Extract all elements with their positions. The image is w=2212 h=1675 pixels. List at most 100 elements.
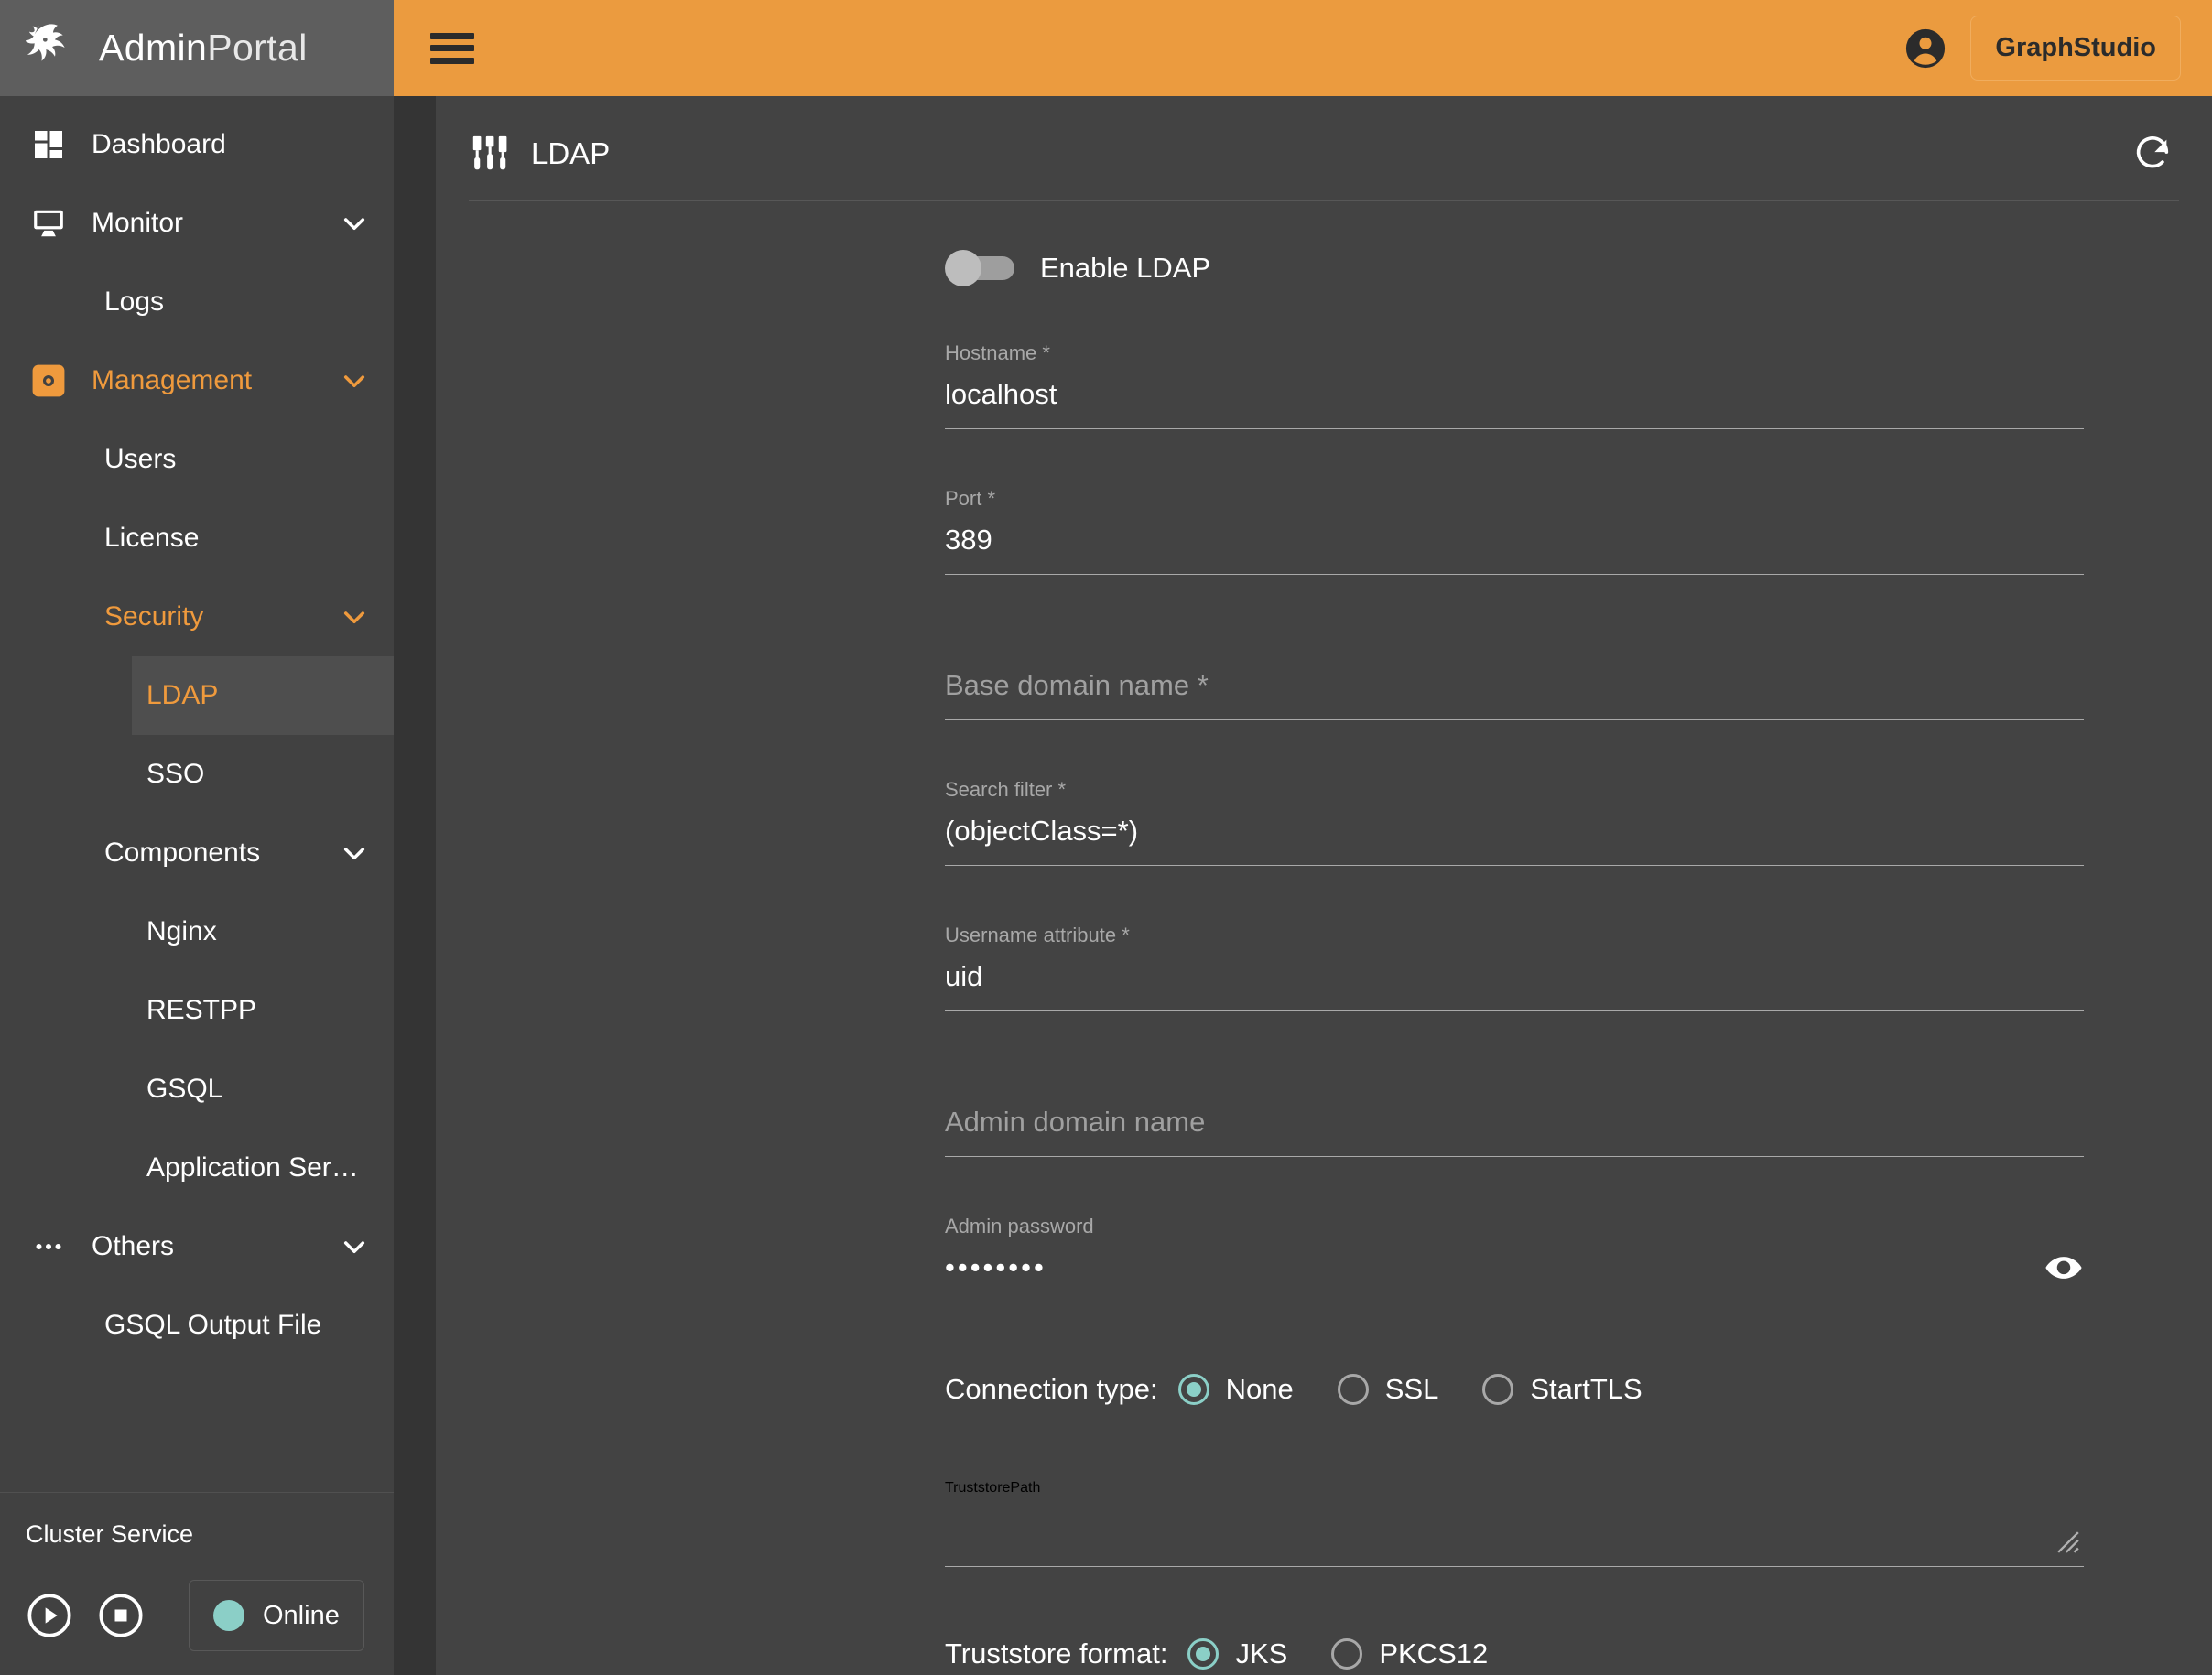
sidebar-item-sso[interactable]: SSO — [0, 735, 394, 814]
play-circle-icon[interactable] — [26, 1592, 73, 1639]
admin-domain-name-field[interactable]: Admin domain name — [945, 1070, 2084, 1157]
sidebar-item-label: GSQL Output File — [104, 1310, 322, 1340]
connection-type-option-none[interactable]: None — [1177, 1373, 1294, 1406]
sidebar-item-label: GSQL — [146, 1074, 223, 1104]
username-attribute-input[interactable]: uid — [945, 956, 2084, 1010]
chevron-down-icon[interactable] — [339, 365, 370, 396]
enable-ldap-toggle[interactable] — [945, 250, 1014, 286]
radio-icon[interactable] — [1482, 1374, 1514, 1405]
truststore-format-option-jks[interactable]: JKS — [1187, 1637, 1287, 1670]
search-filter-field[interactable]: Search filter * (objectClass=*) — [945, 761, 2084, 866]
sidebar-item-label: Logs — [104, 286, 165, 317]
admin-password-label: Admin password — [945, 1215, 1094, 1237]
main-area: GraphStudio LDAP Enable LDAP Hostname * … — [394, 0, 2212, 1675]
sidebar-item-label: Application Serv… — [146, 1152, 370, 1183]
port-input[interactable]: 389 — [945, 519, 2084, 574]
connection-type-option-ssl[interactable]: SSL — [1337, 1373, 1439, 1406]
chevron-down-icon[interactable] — [339, 838, 370, 869]
hostname-input[interactable]: localhost — [945, 373, 2084, 428]
sidebar-item-others[interactable]: Others — [0, 1207, 394, 1286]
sidebar-item-ldap[interactable]: LDAP — [132, 656, 394, 735]
brand-title-light: Portal — [207, 27, 308, 69]
content-panel: LDAP Enable LDAP Hostname * localhost Po… — [436, 96, 2212, 1675]
port-field[interactable]: Port * 389 — [945, 470, 2084, 575]
sidebar-item-dashboard[interactable]: Dashboard — [0, 105, 394, 184]
admin-password-input[interactable]: •••••••• — [945, 1247, 2084, 1302]
radio-icon[interactable] — [1177, 1374, 1209, 1405]
sidebar-item-gsql[interactable]: GSQL — [0, 1050, 394, 1129]
sidebar-item-restpp[interactable]: RESTPP — [0, 971, 394, 1050]
sidebar: AdminPortal Dashboard Monitor Logs Manag… — [0, 0, 394, 1675]
resize-handle[interactable] — [2056, 1530, 2080, 1554]
radio-icon[interactable] — [1331, 1638, 1363, 1670]
admin-password-field[interactable]: Admin password •••••••• — [945, 1197, 2084, 1302]
username-attribute-field[interactable]: Username attribute * uid — [945, 906, 2084, 1011]
visibility-eye-icon[interactable] — [2044, 1248, 2084, 1288]
status-dot-icon — [213, 1600, 244, 1631]
sidebar-item-security[interactable]: Security — [0, 578, 394, 656]
admin-portal-app: AdminPortal Dashboard Monitor Logs Manag… — [0, 0, 2212, 1675]
status-badge[interactable]: Online — [189, 1580, 364, 1651]
status-badge-label: Online — [263, 1600, 340, 1630]
chevron-down-icon[interactable] — [339, 1231, 370, 1262]
sidebar-item-nginx[interactable]: Nginx — [0, 892, 394, 971]
gear-settings-icon — [27, 360, 70, 402]
refresh-icon[interactable] — [2131, 133, 2174, 175]
sidebar-item-management[interactable]: Management — [0, 341, 394, 420]
truststore-format-option-pkcs12[interactable]: PKCS12 — [1331, 1637, 1488, 1670]
port-label: Port * — [945, 487, 996, 510]
sidebar-item-license[interactable]: License — [0, 499, 394, 578]
sidebar-item-components[interactable]: Components — [0, 814, 394, 892]
monitor-screen-icon — [27, 202, 70, 244]
search-filter-input[interactable]: (objectClass=*) — [945, 810, 2084, 865]
tiger-logo-icon — [25, 20, 82, 77]
brand-title: AdminPortal — [99, 27, 308, 70]
hamburger-menu-icon[interactable] — [430, 32, 474, 64]
radio-icon[interactable] — [1337, 1374, 1369, 1405]
field-underline — [945, 1156, 2084, 1157]
field-underline — [945, 719, 2084, 720]
page-header: LDAP — [436, 96, 2212, 184]
field-underline — [945, 1010, 2084, 1011]
sidebar-item-gsql-output-file[interactable]: GSQL Output File — [0, 1286, 394, 1365]
radio-label: None — [1225, 1373, 1294, 1405]
hostname-label: Hostname * — [945, 341, 1050, 364]
field-underline — [945, 574, 2084, 575]
toggle-knob — [945, 250, 981, 286]
sidebar-item-users[interactable]: Users — [0, 420, 394, 499]
brand-title-bold: Admin — [99, 27, 208, 69]
sidebar-nav: Dashboard Monitor Logs Management Users … — [0, 96, 394, 1492]
field-underline — [945, 865, 2084, 866]
connection-type-option-starttls[interactable]: StartTLS — [1482, 1373, 1643, 1406]
truststore-path-field[interactable]: TruststorePath — [945, 1449, 2084, 1567]
account-circle-icon[interactable] — [1904, 27, 1946, 70]
radio-label: StartTLS — [1530, 1373, 1643, 1405]
base-domain-name-field[interactable]: Base domain name * — [945, 633, 2084, 720]
dashboard-grid-icon — [27, 124, 70, 166]
sidebar-item-label: Others — [92, 1231, 175, 1261]
graphstudio-button[interactable]: GraphStudio — [1970, 16, 2181, 81]
sidebar-item-label: License — [104, 523, 200, 553]
sidebar-item-monitor[interactable]: Monitor — [0, 184, 394, 263]
chevron-down-icon[interactable] — [339, 601, 370, 632]
radio-icon[interactable] — [1187, 1638, 1220, 1670]
top-bar: GraphStudio — [394, 0, 2212, 96]
sidebar-item-logs[interactable]: Logs — [0, 263, 394, 341]
radio-label: SSL — [1384, 1373, 1439, 1405]
enable-ldap-label: Enable LDAP — [1040, 252, 1211, 284]
stop-circle-icon[interactable] — [97, 1592, 145, 1639]
sidebar-item-label: Users — [104, 444, 177, 474]
hostname-field[interactable]: Hostname * localhost — [945, 324, 2084, 429]
chevron-down-icon[interactable] — [339, 208, 370, 239]
truststore-path-input[interactable] — [945, 1497, 2084, 1566]
connection-type-label: Connection type: — [945, 1373, 1158, 1405]
sidebar-item-application-server[interactable]: Application Serv… — [0, 1129, 394, 1207]
truststore-path-placeholder: TruststorePath — [945, 1480, 1041, 1496]
